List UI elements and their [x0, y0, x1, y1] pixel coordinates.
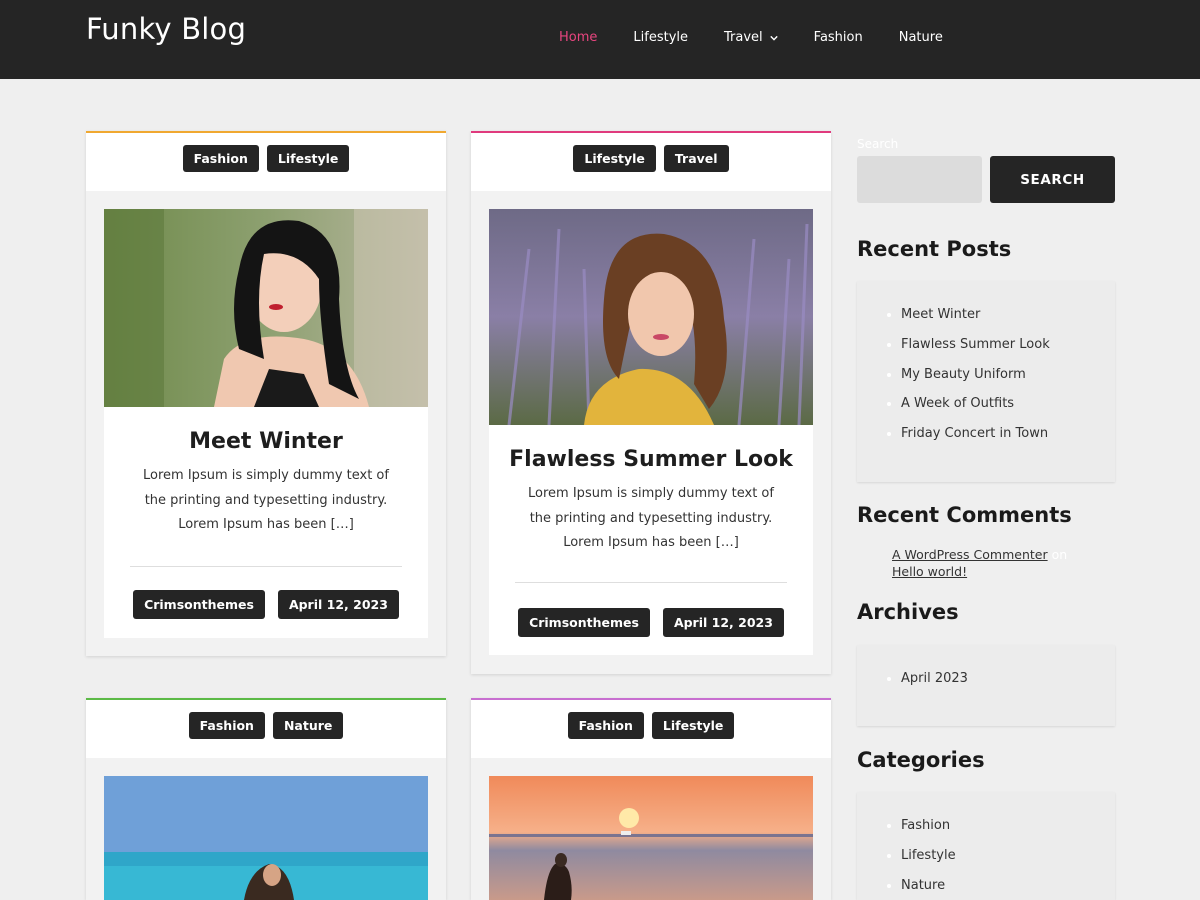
- nav-item-nature[interactable]: Nature: [899, 30, 943, 45]
- list-item[interactable]: April 2023: [857, 664, 1115, 694]
- category-tag[interactable]: Fashion: [188, 712, 265, 739]
- category-tag[interactable]: Lifestyle: [573, 145, 656, 172]
- list-item[interactable]: Fashion: [857, 811, 1115, 841]
- post-card-accent: [471, 131, 831, 133]
- main-nav: Home Lifestyle Travel Fashion Nature: [559, 30, 979, 45]
- site-title[interactable]: Funky Blog: [86, 12, 246, 46]
- chevron-down-icon: [769, 35, 778, 41]
- comment-author-link[interactable]: A WordPress Commenter: [892, 547, 1048, 562]
- nav-item-label: Home: [559, 30, 598, 45]
- post-card: Fashion Lifestyle Meet Winter Lorem Ipsu…: [86, 131, 446, 656]
- nav-item-home[interactable]: Home: [559, 30, 597, 45]
- post-card-body: Flawless Summer Look Lorem Ipsum is simp…: [489, 209, 813, 655]
- post-excerpt: Lorem Ipsum is simply dummy text of the …: [143, 468, 389, 532]
- nav-item-label: Fashion: [813, 30, 863, 45]
- comment-on-text: on: [1051, 547, 1068, 562]
- post-card: Fashion Lifestyle: [471, 698, 831, 900]
- post-card-accent: [86, 131, 446, 133]
- divider: [515, 581, 787, 583]
- post-tags: Fashion Nature: [86, 712, 446, 739]
- post-card-accent: [471, 698, 831, 700]
- post-tags: Fashion Lifestyle: [86, 145, 446, 172]
- nav-item-fashion[interactable]: Fashion: [814, 30, 863, 45]
- post-card-header: Fashion Nature: [86, 698, 446, 758]
- recent-posts-title: Recent Posts: [857, 237, 1012, 261]
- category-tag[interactable]: Fashion: [182, 145, 259, 172]
- recent-posts-list: Meet Winter Flawless Summer Look My Beau…: [857, 300, 1115, 449]
- category-tag[interactable]: Travel: [663, 145, 729, 172]
- post-meta: Crimsonthemes April 12, 2023: [489, 607, 813, 637]
- post-tags: Fashion Lifestyle: [471, 712, 831, 739]
- post-date[interactable]: April 12, 2023: [277, 589, 399, 619]
- post-title[interactable]: Flawless Summer Look: [489, 447, 813, 472]
- categories-widget: Fashion Lifestyle Nature: [857, 792, 1115, 900]
- site-header: Funky Blog Home Lifestyle Travel Fashion…: [0, 0, 1200, 79]
- category-tag[interactable]: Fashion: [567, 712, 644, 739]
- recent-posts-widget: Meet Winter Flawless Summer Look My Beau…: [857, 281, 1115, 482]
- search-input[interactable]: [857, 156, 982, 203]
- post-card: Fashion Nature: [86, 698, 446, 900]
- recent-comment: A WordPress Commenter on: [892, 547, 1067, 562]
- archives-widget: April 2023: [857, 645, 1115, 726]
- post-card-body: [104, 776, 428, 900]
- nav-item-label: Lifestyle: [633, 30, 688, 45]
- post-excerpt: Lorem Ipsum is simply dummy text of the …: [528, 486, 774, 550]
- post-image[interactable]: [104, 209, 428, 407]
- list-item[interactable]: Friday Concert in Town: [857, 419, 1115, 449]
- post-card-header: Lifestyle Travel: [471, 131, 831, 191]
- post-image[interactable]: [489, 209, 813, 425]
- nav-item-lifestyle[interactable]: Lifestyle: [633, 30, 688, 45]
- divider: [130, 565, 402, 567]
- category-tag[interactable]: Lifestyle: [266, 145, 350, 172]
- post-card-body: [489, 776, 813, 900]
- nav-item-label: Nature: [898, 30, 943, 45]
- post-card-header: Fashion Lifestyle: [86, 131, 446, 191]
- post-image[interactable]: [489, 776, 813, 900]
- list-item[interactable]: My Beauty Uniform: [857, 360, 1115, 390]
- search-button[interactable]: SEARCH: [990, 156, 1115, 203]
- post-card-header: Fashion Lifestyle: [471, 698, 831, 758]
- recent-comment-post: Hello world!: [892, 564, 967, 579]
- post-title[interactable]: Meet Winter: [104, 429, 428, 454]
- post-card-accent: [86, 698, 446, 700]
- search-label: Search: [857, 137, 899, 151]
- list-item[interactable]: Lifestyle: [857, 841, 1115, 871]
- post-meta: Crimsonthemes April 12, 2023: [104, 589, 428, 619]
- post-card: Lifestyle Travel Flawless Summer Look Lo…: [471, 131, 831, 674]
- categories-title: Categories: [857, 748, 985, 772]
- post-author[interactable]: Crimsonthemes: [518, 607, 650, 637]
- list-item[interactable]: A Week of Outfits: [857, 389, 1115, 419]
- nav-item-travel[interactable]: Travel: [724, 30, 778, 45]
- recent-comments-title: Recent Comments: [857, 503, 1072, 527]
- category-tag[interactable]: Nature: [272, 712, 344, 739]
- list-item[interactable]: Meet Winter: [857, 300, 1115, 330]
- archives-list: April 2023: [857, 664, 1115, 694]
- post-card-body: Meet Winter Lorem Ipsum is simply dummy …: [104, 209, 428, 638]
- post-tags: Lifestyle Travel: [471, 145, 831, 172]
- categories-list: Fashion Lifestyle Nature: [857, 811, 1115, 900]
- list-item[interactable]: Flawless Summer Look: [857, 330, 1115, 360]
- post-author[interactable]: Crimsonthemes: [133, 589, 265, 619]
- post-image[interactable]: [104, 776, 428, 900]
- post-date[interactable]: April 12, 2023: [662, 607, 784, 637]
- nav-item-label: Travel: [724, 30, 763, 45]
- comment-post-link[interactable]: Hello world!: [892, 564, 967, 579]
- archives-title: Archives: [857, 600, 959, 624]
- category-tag[interactable]: Lifestyle: [651, 712, 735, 739]
- list-item[interactable]: Nature: [857, 871, 1115, 900]
